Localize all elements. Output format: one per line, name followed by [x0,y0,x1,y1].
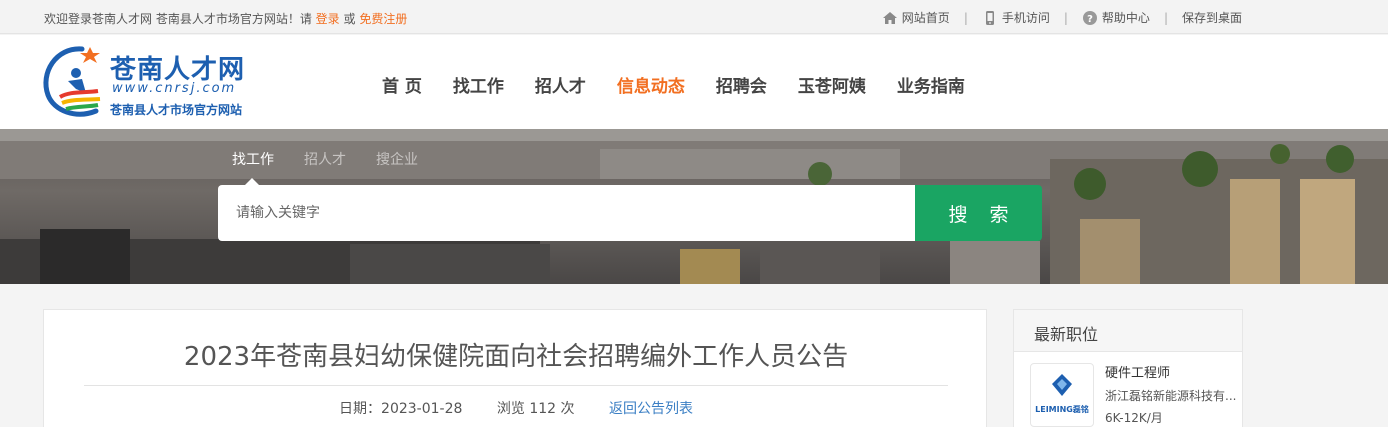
separator: | [1163,10,1168,25]
or-text: 或 [343,12,356,26]
search-banner: 找工作 招人才 搜企业 搜 索 [0,129,1388,284]
nav-item-job-fair[interactable]: 招聘会 [716,72,767,97]
leiming-logo-icon [1052,374,1072,396]
search-tab-find-job[interactable]: 找工作 [232,149,274,169]
search-tabs: 找工作 招人才 搜企业 [232,149,448,169]
job-company[interactable]: 浙江磊铭新能源科技有... [1105,387,1237,404]
mobile-access-link[interactable]: 手机访问 [982,9,1050,26]
site-home-label: 网站首页 [901,11,950,25]
logo-url: www.cnrsj.com [112,81,237,96]
title-divider [84,385,948,386]
welcome-text: 欢迎登录苍南人才网 苍南县人才市场官方网站！请 [44,12,312,26]
latest-jobs-panel: 最新职位 LEIMING磊铭 硬件工程师 浙江磊铭新能源科技有... 6K-12… [1013,309,1243,427]
login-link[interactable]: 登录 [316,12,340,26]
article-meta: 日期：2023-01-28 浏览 112 次 返回公告列表 [44,398,988,418]
job-salary: 6K-12K/月 [1105,411,1163,425]
home-icon [882,11,897,24]
nav-item-find-job[interactable]: 找工作 [453,72,504,97]
welcome-message: 欢迎登录苍南人才网 苍南县人才市场官方网站！请 登录 或 免费注册 [44,10,407,27]
logo-slogan: 苍南县人才市场官方网站 [110,103,243,117]
nav-item-yucang-ayi[interactable]: 玉苍阿姨 [798,72,866,97]
nav-item-home[interactable]: 首 页 [382,72,422,97]
help-center-link[interactable]: ? 帮助中心 [1082,9,1150,26]
nav-item-recruit[interactable]: 招人才 [535,72,586,97]
top-links: 网站首页 | 手机访问 | ? 帮助中心 | 保存到桌面 [882,9,1242,26]
save-to-desktop-label: 保存到桌面 [1181,11,1242,25]
search-tab-company[interactable]: 搜企业 [376,149,418,169]
article-date: 日期：2023-01-28 [339,401,462,417]
latest-jobs-heading: 最新职位 [1014,310,1242,352]
search-tab-recruit[interactable]: 招人才 [304,149,346,169]
article-title: 2023年苍南县妇幼保健院面向社会招聘编外工作人员公告 [183,342,849,372]
svg-text:?: ? [1087,14,1093,25]
views-unit: 次 [560,401,575,417]
back-to-list-link[interactable]: 返回公告列表 [609,401,693,417]
site-logo[interactable]: 苍南人才网 www.cnrsj.com 苍南县人才市场官方网站 [42,45,262,121]
top-bar: 欢迎登录苍南人才网 苍南县人才市场官方网站！请 登录 或 免费注册 网站首页 |… [0,0,1388,34]
register-link[interactable]: 免费注册 [359,12,407,26]
help-icon: ? [1082,10,1097,25]
site-header: 苍南人才网 www.cnrsj.com 苍南县人才市场官方网站 首 页 找工作 … [0,35,1388,129]
mobile-icon [985,10,994,25]
company-logo-text: LEIMING磊铭 [1035,405,1089,414]
logo-emblem-icon [43,46,101,117]
nav-item-news[interactable]: 信息动态 [617,72,685,97]
help-center-label: 帮助中心 [1101,11,1150,25]
date-value: 2023-01-28 [381,401,463,417]
separator: | [963,10,968,25]
article-views: 浏览 112 次 [497,401,575,417]
site-home-link[interactable]: 网站首页 [882,9,950,26]
views-count: 112 [529,401,557,417]
search-button[interactable]: 搜 索 [915,185,1042,241]
views-label: 浏览 [496,401,525,417]
separator: | [1063,10,1068,25]
company-logo[interactable]: LEIMING磊铭 [1030,363,1094,427]
main-nav: 首 页 找工作 招人才 信息动态 招聘会 玉苍阿姨 业务指南 [382,72,996,97]
job-title[interactable]: 硬件工程师 [1105,362,1170,381]
article-panel: 2023年苍南县妇幼保健院面向社会招聘编外工作人员公告 日期：2023-01-2… [43,309,987,427]
search-input[interactable] [218,185,916,241]
save-to-desktop-link[interactable]: 保存到桌面 [1182,9,1242,26]
mobile-access-label: 手机访问 [1001,11,1050,25]
nav-item-business-guide[interactable]: 业务指南 [897,72,965,97]
date-label: 日期： [339,401,382,417]
